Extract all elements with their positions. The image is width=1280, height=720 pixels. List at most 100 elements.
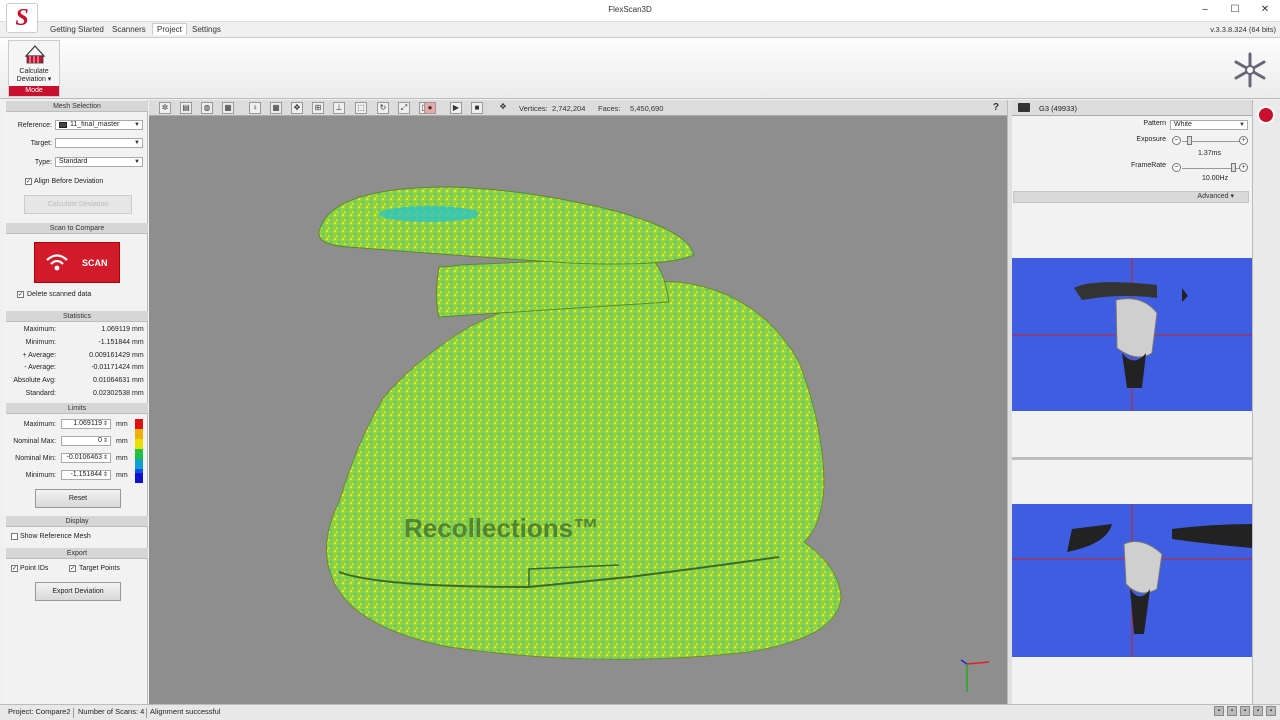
help-icon[interactable]: ? [993, 102, 999, 113]
vertices-label: Vertices: [519, 104, 548, 113]
stat-label: Absolute Avg: [13, 377, 56, 384]
nominal-min-value: -0.0106463 [66, 454, 102, 461]
menu-getting-started[interactable]: Getting Started [46, 24, 108, 35]
menu-bar: Getting Started Scanners Project Setting… [0, 22, 1280, 37]
type-select[interactable]: Standard ▼ [55, 157, 143, 167]
limit-max-input[interactable]: 1.069119 ⇕ [61, 419, 111, 429]
scan-button[interactable]: SCAN [34, 242, 120, 283]
deviation-model: Recollections™ [318, 186, 990, 692]
spinner-icon[interactable]: ⇕ [103, 454, 108, 462]
framerate-value: 10.00Hz [1202, 175, 1229, 182]
pan-icon[interactable]: ✥ [497, 102, 509, 114]
camera-icon [1018, 103, 1030, 112]
3d-viewport[interactable]: ✲ ▤ ◍ ▦ ♀ ▦ ✥ ⊞ ⊥ ⬚ ↻ ⤢ ◫ ● ▶ ■ ✥ Vertic… [149, 100, 1007, 704]
texture-icon[interactable]: ▦ [222, 102, 234, 114]
tray-icon[interactable]: ▪ [1227, 706, 1237, 716]
scan-to-compare-header: Scan to Compare [6, 223, 148, 234]
limit-max-value: 1.069119 [73, 420, 102, 427]
framerate-decrease-icon[interactable]: − [1172, 163, 1181, 172]
delete-scanned-label: Delete scanned data [27, 291, 92, 298]
stat-value: 0.02302538 [93, 390, 130, 397]
pattern-label: Pattern [1143, 120, 1166, 127]
alignment-status: Alignment successful [150, 707, 221, 716]
stat-label: + Average: [22, 352, 56, 359]
target-points-checkbox[interactable]: ✓ [69, 565, 76, 572]
nominal-max-input[interactable]: 0 ⇕ [61, 436, 111, 446]
project-status: Project: Compare2 [8, 707, 71, 716]
maximize-button[interactable]: ☐ [1220, 0, 1250, 20]
framerate-slider-thumb[interactable] [1231, 163, 1236, 172]
mesh-icon [59, 122, 67, 128]
aperture-icon[interactable] [1257, 106, 1275, 124]
model-emboss-text: Recollections™ [404, 513, 599, 543]
align-checkbox[interactable]: ✓ [25, 178, 32, 185]
nominal-min-input[interactable]: -0.0106463 ⇕ [61, 453, 111, 463]
menu-settings[interactable]: Settings [188, 24, 225, 35]
fit-icon[interactable]: ⤢ [398, 102, 410, 114]
exposure-increase-icon[interactable]: + [1239, 136, 1248, 145]
limits-header: Limits [6, 403, 148, 414]
export-deviation-button[interactable]: Export Deviation [35, 582, 121, 601]
spinner-icon[interactable]: ⇕ [103, 471, 108, 479]
mesh-icon[interactable]: ▦ [270, 102, 282, 114]
stat-value: -1.151844 [98, 339, 130, 346]
tray-icon[interactable]: ▪ [1266, 706, 1276, 716]
delete-scanned-checkbox[interactable]: ✓ [17, 291, 24, 298]
stat-label: Maximum: [23, 326, 56, 333]
light-icon[interactable]: ♀ [249, 102, 261, 114]
menu-project[interactable]: Project [152, 23, 187, 35]
stat-label: Standard: [25, 390, 56, 397]
point-ids-checkbox[interactable]: ✓ [11, 565, 18, 572]
pattern-value: White [1174, 121, 1192, 128]
exposure-decrease-icon[interactable]: − [1172, 136, 1181, 145]
advanced-toggle[interactable]: Advanced ▾ [1013, 191, 1249, 203]
right-toolbar [1252, 100, 1280, 704]
reset-button[interactable]: Reset [35, 489, 121, 508]
menu-scanners[interactable]: Scanners [108, 24, 150, 35]
vertices-value: 2,742,204 [552, 104, 586, 113]
spinner-icon[interactable]: ⇕ [103, 437, 108, 445]
rotate-icon[interactable]: ↻ [377, 102, 389, 114]
minimize-button[interactable]: – [1190, 0, 1220, 20]
stat-value: 1.069119 [101, 326, 130, 333]
axis-icon[interactable]: ⊥ [333, 102, 345, 114]
crop-icon[interactable]: ⊞ [312, 102, 324, 114]
show-reference-checkbox[interactable] [11, 533, 18, 540]
sphere-icon[interactable]: ◍ [201, 102, 213, 114]
camera-header: G3 (49933) [1012, 100, 1252, 116]
exposure-slider-thumb[interactable] [1187, 136, 1192, 145]
tray-icon[interactable]: ▪ [1214, 706, 1224, 716]
calculate-deviation-action-button[interactable]: Calculate Deviation [24, 195, 132, 214]
move-icon[interactable]: ✥ [291, 102, 303, 114]
status-separator [73, 708, 74, 718]
brand-logo-icon [1234, 52, 1266, 88]
close-button[interactable]: ✕ [1250, 0, 1280, 20]
grid-icon[interactable]: ▤ [180, 102, 192, 114]
preview-divider[interactable] [1012, 457, 1252, 460]
spinner-icon[interactable]: ⇕ [103, 420, 108, 428]
target-select[interactable]: ▼ [55, 138, 143, 148]
app-logo-icon[interactable]: S [6, 3, 38, 33]
color-swatch[interactable] [135, 419, 143, 429]
reference-select[interactable]: 11_final_master ▼ [55, 120, 143, 130]
calculate-deviation-label: Calculate Deviation ▾ [16, 68, 52, 83]
pattern-select[interactable]: White ▼ [1170, 120, 1248, 130]
framerate-increase-icon[interactable]: + [1239, 163, 1248, 172]
camera-preview-1[interactable] [1012, 258, 1252, 411]
calculate-deviation-button[interactable]: Calculate Deviation ▾ Mode [8, 40, 60, 97]
stat-value: 0.009161429 [89, 352, 130, 359]
show-reference-label: Show Reference Mesh [20, 533, 91, 540]
box-icon[interactable]: ⬚ [355, 102, 367, 114]
color-swatch [135, 449, 143, 459]
tray-icon[interactable]: ▪ [1253, 706, 1263, 716]
tray-icon[interactable]: ▪ [1240, 706, 1250, 716]
stop-icon[interactable]: ■ [471, 102, 483, 114]
limit-label: Nominal Max: [13, 438, 56, 445]
play-icon[interactable]: ▶ [450, 102, 462, 114]
faces-value: 5,450,690 [630, 104, 664, 113]
camera-preview-2[interactable] [1012, 504, 1252, 657]
color-swatch[interactable] [135, 473, 143, 483]
limit-min-input[interactable]: -1.151844 ⇕ [61, 470, 111, 480]
record-icon[interactable]: ● [424, 102, 436, 114]
select-icon[interactable]: ✲ [159, 102, 171, 114]
